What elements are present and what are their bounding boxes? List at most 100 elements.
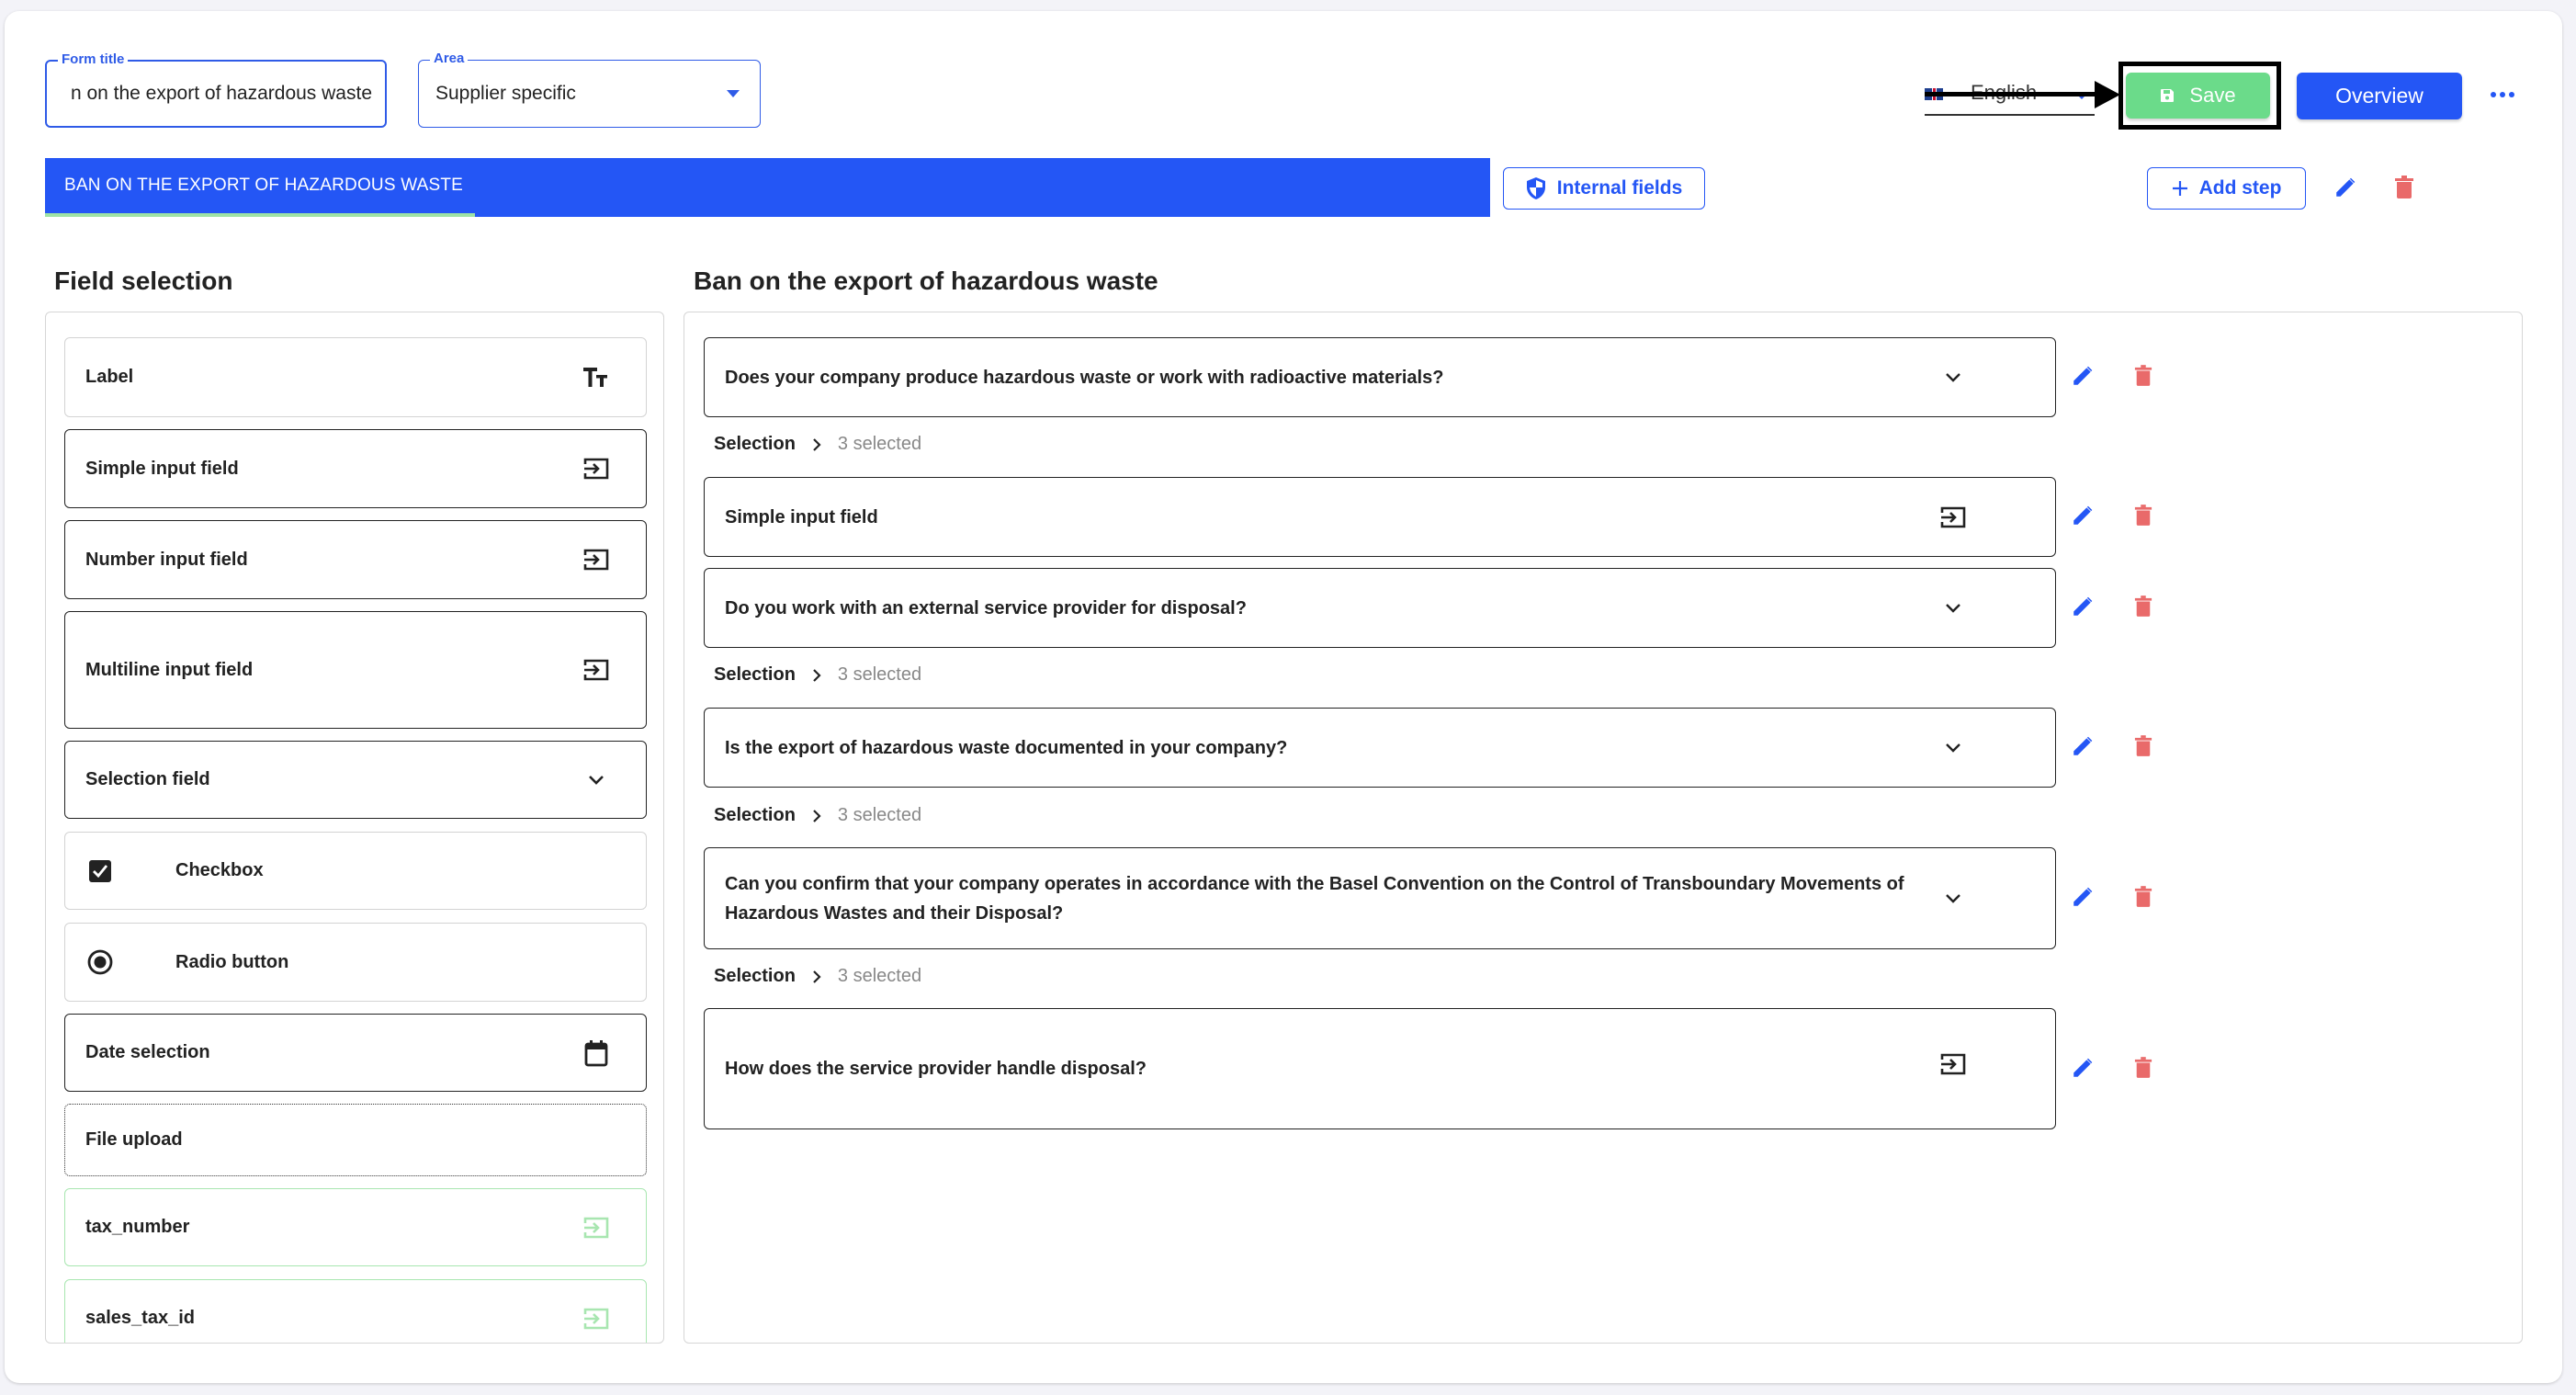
trash-icon[interactable] — [2128, 881, 2159, 913]
field-item-checkbox[interactable]: Checkbox — [64, 832, 647, 910]
field-item-label-text: Multiline input field — [85, 659, 254, 680]
field-item-label-text: Label — [85, 367, 134, 387]
field-item-multiline-input[interactable]: Multiline input field — [64, 611, 647, 729]
caret-down-icon — [727, 90, 740, 97]
field-item-label[interactable]: Label — [64, 337, 647, 417]
question-item[interactable]: How does the service provider handle dis… — [704, 1008, 2056, 1129]
question-item[interactable]: Do you work with an external service pro… — [704, 568, 2056, 648]
question-text: Simple input field — [725, 506, 878, 527]
step-content-title: Ban on the export of hazardous waste — [694, 267, 1158, 295]
field-item-tax-number[interactable]: tax_number — [64, 1188, 647, 1266]
question-item[interactable]: Is the export of hazardous waste documen… — [704, 708, 2056, 788]
field-item-label-text: File upload — [85, 1129, 183, 1150]
language-select[interactable]: English — [1925, 77, 2095, 116]
selection-label: Selection — [714, 966, 796, 986]
area-select[interactable]: Area Supplier specific — [418, 51, 761, 128]
question-text: Do you work with an external service pro… — [725, 597, 1247, 618]
selection-count: 3 selected — [837, 434, 922, 454]
question-text: Does your company produce hazardous wast… — [725, 367, 1444, 388]
trash-icon[interactable] — [2128, 500, 2159, 531]
more-horizontal-icon[interactable] — [2486, 83, 2519, 107]
field-item-label-text: Simple input field — [85, 458, 239, 479]
annotation-arrow — [1925, 92, 2099, 96]
pencil-icon[interactable] — [2067, 360, 2098, 391]
selection-row[interactable]: Selection 3 selected — [714, 805, 921, 826]
step-content-panel: Does your company produce hazardous wast… — [684, 312, 2523, 1344]
shield-icon — [1526, 177, 1545, 199]
input-icon — [582, 1304, 611, 1333]
add-step-label: Add step — [2198, 177, 2282, 198]
field-selection-title: Field selection — [54, 267, 233, 295]
annotation-arrow-head — [2095, 81, 2120, 108]
chevron-down-icon — [1938, 363, 1968, 392]
question-actions — [2067, 591, 2159, 622]
question-item[interactable]: Does your company produce hazardous wast… — [704, 337, 2056, 417]
field-item-selection[interactable]: Selection field — [64, 741, 647, 819]
radio-checked-icon — [85, 947, 115, 977]
tab-ban-on-export[interactable]: BAN ON THE EXPORT OF HAZARDOUS WASTE — [45, 158, 475, 217]
chevron-down-icon — [582, 766, 611, 795]
field-item-date[interactable]: Date selection — [64, 1014, 647, 1092]
question-actions — [2067, 500, 2159, 531]
question-actions — [2067, 731, 2159, 762]
question-text: Is the export of hazardous waste documen… — [725, 737, 1288, 758]
selection-row[interactable]: Selection 3 selected — [714, 434, 921, 455]
selection-label: Selection — [714, 664, 796, 685]
question-item[interactable]: Simple input field — [704, 477, 2056, 557]
trash-icon[interactable] — [2128, 360, 2159, 391]
field-item-label-text: Radio button — [175, 951, 289, 972]
pencil-icon[interactable] — [2067, 731, 2098, 762]
plus-icon — [2172, 181, 2187, 196]
field-item-sales-tax-id[interactable]: sales_tax_id — [64, 1279, 647, 1343]
form-title-input[interactable]: n on the export of hazardous waste — [60, 62, 372, 126]
checkbox-checked-icon — [85, 856, 115, 886]
pencil-icon[interactable] — [2067, 881, 2098, 913]
field-item-radio[interactable]: Radio button — [64, 923, 647, 1002]
chevron-right-icon — [813, 437, 821, 451]
chevron-right-icon — [813, 668, 821, 682]
pencil-icon[interactable] — [2067, 1052, 2098, 1083]
delete-step-button[interactable] — [2389, 172, 2420, 203]
pencil-icon[interactable] — [2067, 500, 2098, 531]
selection-count: 3 selected — [837, 966, 922, 986]
question-item[interactable]: Can you confirm that your company operat… — [704, 847, 2056, 949]
field-item-label-text: Selection field — [85, 769, 210, 789]
selection-row[interactable]: Selection 3 selected — [714, 664, 921, 686]
field-item-label-text: Checkbox — [175, 860, 264, 880]
field-item-file-upload[interactable]: File upload — [64, 1104, 647, 1176]
form-title-field[interactable]: Form title n on the export of hazardous … — [45, 51, 387, 128]
chevron-down-icon — [1938, 733, 1968, 763]
chevron-down-icon — [1938, 594, 1968, 623]
calendar-icon — [582, 1038, 611, 1068]
area-value: Supplier specific — [435, 83, 576, 104]
tab-label: BAN ON THE EXPORT OF HAZARDOUS WASTE — [64, 176, 464, 195]
input-icon — [1938, 1049, 1968, 1079]
input-icon — [1938, 503, 1968, 532]
text-size-icon — [582, 363, 611, 392]
annotation-highlight-box — [2118, 62, 2281, 130]
internal-fields-button[interactable]: Internal fields — [1503, 167, 1705, 210]
trash-icon[interactable] — [2128, 591, 2159, 622]
field-item-label-text: Date selection — [85, 1042, 210, 1062]
trash-icon[interactable] — [2128, 1052, 2159, 1083]
trash-icon[interactable] — [2128, 731, 2159, 762]
edit-step-button[interactable] — [2330, 172, 2361, 203]
field-item-simple-input[interactable]: Simple input field — [64, 429, 647, 508]
question-text: How does the service provider handle dis… — [725, 1059, 1147, 1079]
pencil-icon[interactable] — [2067, 591, 2098, 622]
chevron-right-icon — [813, 809, 821, 822]
step-tab-bar: BAN ON THE EXPORT OF HAZARDOUS WASTE — [45, 158, 1490, 217]
field-item-number-input[interactable]: Number input field — [64, 520, 647, 599]
pencil-icon — [2336, 177, 2356, 197]
field-item-label-text: sales_tax_id — [85, 1308, 195, 1328]
input-icon — [582, 454, 611, 483]
trash-icon — [2395, 176, 2413, 198]
selection-count: 3 selected — [837, 805, 922, 825]
selection-label: Selection — [714, 434, 796, 454]
overview-button[interactable]: Overview — [2297, 73, 2462, 119]
add-step-button[interactable]: Add step — [2147, 167, 2306, 210]
question-actions — [2067, 1052, 2159, 1083]
selection-row[interactable]: Selection 3 selected — [714, 966, 921, 987]
input-icon — [582, 545, 611, 574]
selection-count: 3 selected — [837, 664, 922, 685]
